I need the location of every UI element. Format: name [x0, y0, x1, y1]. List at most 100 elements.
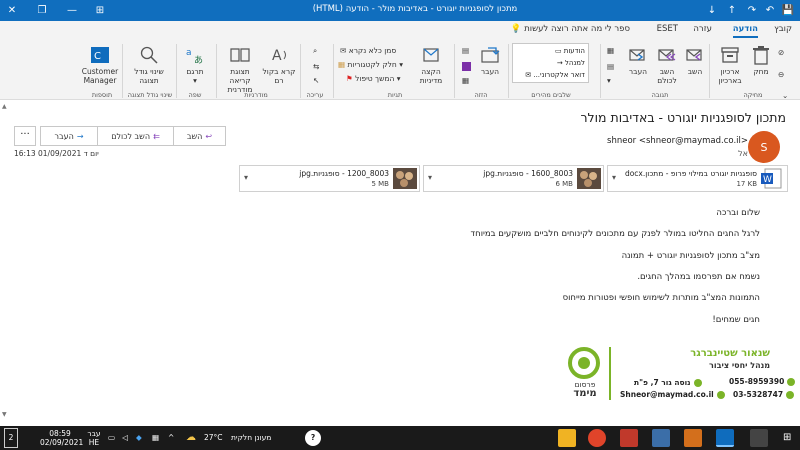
tell-me-search[interactable]: ספר לי מה אתה רוצה לעשות 💡 — [511, 24, 630, 34]
tab-file[interactable]: קובץ — [774, 24, 792, 34]
minimize-button[interactable]: — — [60, 0, 84, 21]
onenote-icon[interactable] — [462, 62, 471, 73]
dropbox-icon[interactable]: ◆ — [136, 433, 142, 442]
phone-icon — [786, 391, 795, 399]
svg-text:a: a — [186, 48, 192, 58]
select-icon[interactable]: ↖ — [313, 76, 319, 85]
reply-arrow-icon: ↩ — [205, 131, 213, 141]
collapse-ribbon-icon[interactable]: ⌄ — [782, 91, 788, 100]
close-button[interactable]: ✕ — [0, 0, 24, 21]
attachment-image[interactable]: ▾ 8003_1200 - סופגניות.jpg 5 MB — [239, 165, 420, 192]
assign-policy-button[interactable]: הקצה מדיניות — [414, 45, 448, 85]
scroll-down-icon[interactable]: ▼ — [2, 411, 7, 418]
quick-step-item[interactable]: הודעות ▭ — [555, 47, 585, 55]
scroll-up-icon[interactable]: ▲ — [2, 103, 7, 110]
junk-icon[interactable]: ⊖ — [778, 70, 784, 79]
more-respond-icon[interactable]: ▾ — [607, 76, 611, 85]
dropdown-icon: ▾ — [396, 74, 401, 83]
app-icon[interactable] — [620, 429, 638, 447]
divider — [454, 44, 455, 98]
vertical-scrollbar[interactable]: ▲ ▼ — [2, 103, 11, 423]
delete-button[interactable]: מחק — [748, 45, 774, 76]
notifications-button[interactable]: 2 — [4, 428, 18, 448]
file-explorer-icon[interactable] — [558, 429, 576, 447]
related-icon[interactable]: ⇆ — [313, 62, 319, 71]
tray-icon[interactable]: ▦ — [152, 433, 159, 442]
group-label-addin: תוספות — [91, 91, 113, 99]
group-label-editing: עריכה — [306, 91, 324, 99]
tab-eset[interactable]: ESET — [657, 24, 678, 34]
follow-up-label: המשך טיפול — [355, 74, 395, 83]
ignore-icon[interactable]: ⊘ — [778, 48, 784, 57]
volume-icon[interactable]: ◁ — [122, 433, 128, 442]
meeting-icon[interactable]: ▦ — [607, 46, 614, 55]
quick-steps-gallery[interactable]: הודעות ▭ למנהל → דואר אלקטרוני... ✉ — [512, 43, 589, 83]
help-icon[interactable]: ? — [305, 430, 321, 446]
translate-button[interactable]: aあ תרגם ▾ — [180, 45, 210, 85]
body-line: מצ"ב מתכון לסופגניות יוגורט + תמונה — [621, 251, 760, 261]
sender-address[interactable]: shneor <shneor@maymad.co.il> — [607, 136, 748, 146]
ribbon-display-options-icon[interactable]: ⊞ — [88, 0, 112, 21]
actions-icon[interactable]: ▦ — [462, 76, 469, 85]
read-aloud-button[interactable]: A קרא בקול רם — [262, 45, 296, 85]
reply-button[interactable]: השב — [682, 45, 708, 76]
divider — [333, 44, 334, 98]
task-view-icon[interactable] — [750, 429, 768, 447]
chevron-down-icon[interactable]: ▾ — [428, 173, 432, 182]
reply-all-button[interactable]: השב לכולם — [652, 45, 682, 85]
network-icon[interactable]: ▭ — [108, 433, 115, 442]
quick-step-item[interactable]: דואר אלקטרוני... ✉ — [525, 71, 585, 79]
signature-name: שנאור שטיינברגר — [690, 348, 770, 359]
quick-step-item[interactable]: למנהל → — [557, 59, 585, 67]
tab-message[interactable]: הודעה — [732, 24, 759, 38]
avatar[interactable]: S — [748, 131, 780, 163]
im-icon[interactable]: ▤ — [607, 62, 614, 71]
reply-all-action-button[interactable]: השב לכולם ⇇ — [97, 127, 173, 145]
app-icon[interactable] — [652, 429, 670, 447]
restore-button[interactable]: ❐ — [30, 0, 54, 21]
signature-email[interactable]: Shneor@maymad.co.il — [620, 390, 725, 399]
chevron-down-icon[interactable]: ▾ — [612, 173, 616, 182]
forward-action-label: העבר — [54, 131, 74, 141]
zoom-button[interactable]: שינוי גודל תצוגה — [128, 45, 170, 85]
svg-text:あ: あ — [194, 55, 203, 65]
windows-start-icon[interactable]: ⊞ — [783, 432, 791, 443]
attachment-image[interactable]: ▾ 8003_1600 - סופגניות.jpg 6 MB — [423, 165, 604, 192]
immersive-reader-button[interactable]: תצוגת קריאה מודרנית — [220, 45, 260, 94]
divider — [122, 44, 123, 98]
clock-date: 02/09/2021 — [40, 438, 84, 447]
tab-help[interactable]: עזרה — [693, 24, 712, 34]
address-text: נוסה גור 7, פ"ת — [634, 378, 691, 387]
rules-icon[interactable]: ▤ — [462, 46, 469, 55]
follow-up-button[interactable]: ▾ המשך טיפול ⚑ — [346, 74, 401, 83]
clock[interactable]: 08:59 02/09/2021 — [40, 429, 84, 447]
reply-action-button[interactable]: השב ↩ — [173, 127, 225, 145]
categorize-button[interactable]: ▾ חלק לקטגוריות ▦ — [338, 60, 403, 69]
chevron-down-icon[interactable]: ▾ — [244, 173, 248, 182]
reply-all-icon — [658, 49, 676, 61]
body-line: התמונות המצ"ב מותרות לשימוש חופשי ופטורו… — [562, 293, 760, 303]
zoom-label: שינוי גודל תצוגה — [134, 67, 164, 85]
forward-button[interactable]: העבר — [625, 45, 651, 76]
email-icon — [716, 391, 725, 399]
archive-button[interactable]: ארכיון בארכיון — [713, 45, 747, 85]
window-title: מתכון לסופגניות יוגורט - באדיבות מולר - … — [312, 4, 518, 14]
save-icon[interactable]: 💾 — [776, 0, 800, 21]
more-actions-button[interactable]: ··· — [14, 126, 36, 146]
divider — [508, 44, 509, 98]
forward-action-button[interactable]: העבר → — [41, 127, 97, 145]
reply-label: השב — [687, 67, 703, 76]
find-icon[interactable]: ⌕ — [313, 46, 317, 56]
app-icon[interactable] — [684, 429, 702, 447]
chrome-icon[interactable] — [588, 429, 606, 447]
outlook-icon[interactable] — [716, 429, 734, 447]
signature-phone: 03-5328747 — [733, 390, 795, 399]
language-indicator[interactable]: עבר HE — [86, 429, 102, 447]
mark-unread-button[interactable]: סמן כלא נקרא ✉ — [340, 46, 396, 55]
clock-time: 08:59 — [49, 429, 71, 438]
group-label-language: שפה — [188, 91, 202, 99]
customer-manager-button[interactable]: C Customer Manager — [80, 45, 120, 85]
show-hidden-icons-icon[interactable]: ^ — [168, 433, 174, 442]
move-button[interactable]: העבר — [477, 45, 503, 76]
attachment-docx[interactable]: ▾ סופגניות יוגורט במילוי פרופ - מתכון.do… — [607, 165, 788, 192]
